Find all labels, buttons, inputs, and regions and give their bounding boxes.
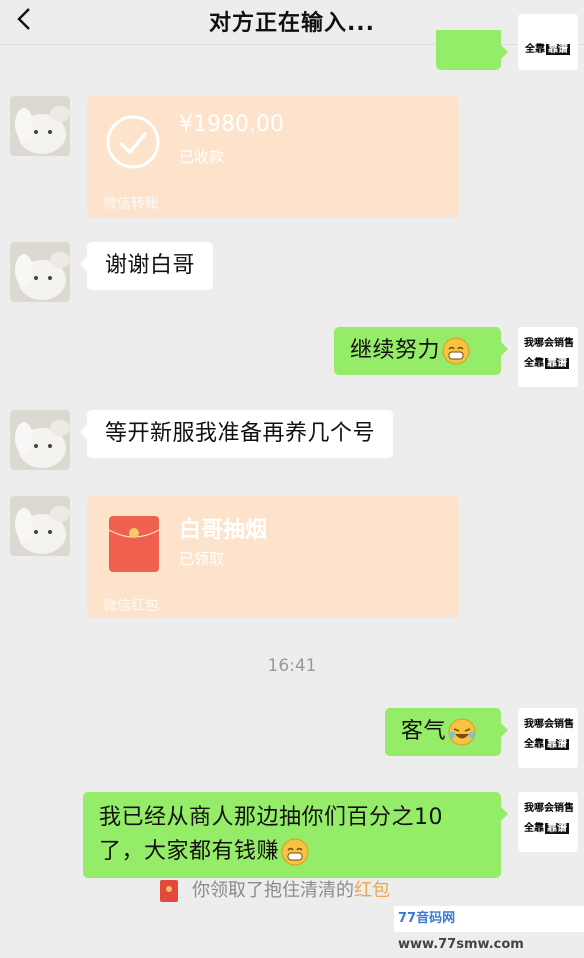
red-packet-status: 已领取 <box>179 550 225 568</box>
bunny-avatar-image <box>10 96 70 156</box>
red-packet-title: 白哥抽烟 <box>179 518 268 543</box>
system-message-text: 你领取了抱住清清的 <box>192 880 354 901</box>
message-bubble-incoming[interactable]: 等开新服我准备再养几个号 <box>79 410 394 458</box>
avatar-line1: 我哪会销售 <box>524 338 574 349</box>
bunny-avatar-image <box>10 410 70 470</box>
avatar[interactable] <box>10 496 70 556</box>
red-packet-card[interactable]: 白哥抽烟 已领取 微信红包 <box>87 496 459 618</box>
bunny-avatar-image <box>10 242 70 302</box>
avatar[interactable]: 我哪会销售 全靠 靠谱 <box>518 327 578 387</box>
message-text: 等开新服我准备再养几个号 <box>105 421 376 446</box>
avatar-prefix: 全靠 <box>524 739 544 750</box>
watermark-site-url: www.77smw.com <box>398 937 524 952</box>
system-message-link[interactable]: 红包 <box>354 880 390 901</box>
avatar-line1: 我哪会销售 <box>524 803 574 814</box>
message-bubble-incoming[interactable]: 谢谢白哥 <box>79 242 214 290</box>
message-text: 客气 <box>401 719 447 744</box>
transfer-status: 已收款 <box>179 148 225 166</box>
message-bubble-partial[interactable] <box>436 30 508 70</box>
transfer-footer: 微信转账 <box>103 196 159 212</box>
message-text: 继续努力 <box>350 338 441 363</box>
transfer-amount: ¥1980.00 <box>179 112 284 137</box>
grin-emoji-icon <box>442 337 470 365</box>
message-text-line2: 了，大家都有钱赚 <box>99 839 280 864</box>
avatar[interactable]: 我哪会销售 全靠 靠谱 <box>518 792 578 852</box>
red-packet-icon <box>160 880 178 902</box>
grin-emoji-icon <box>281 838 309 866</box>
transfer-card[interactable]: ¥1980.00 已收款 微信转账 <box>87 96 459 218</box>
avatar[interactable] <box>10 96 70 156</box>
avatar[interactable] <box>10 410 70 470</box>
avatar[interactable] <box>10 242 70 302</box>
check-circle-icon <box>106 115 160 169</box>
avatar-line1: 我哪会销售 <box>524 719 574 730</box>
avatar[interactable]: 全靠 靠谱 <box>518 14 578 70</box>
red-envelope-icon <box>109 516 159 572</box>
avatar-badge: 靠谱 <box>546 44 570 55</box>
avatar-badge: 靠谱 <box>545 358 569 369</box>
message-bubble-outgoing[interactable]: 客气 <box>385 708 508 756</box>
avatar-prefix: 全靠 <box>525 44 545 55</box>
laugh-cry-emoji-icon <box>448 718 476 746</box>
watermark: 77音码网 www.77smw.com <box>394 906 584 952</box>
message-bubble-outgoing[interactable]: 继续努力 <box>334 327 508 375</box>
message-text-line1: 我已经从商人那边抽你们百分之10 <box>99 805 443 830</box>
avatar-badge: 靠谱 <box>545 739 569 750</box>
watermark-site-name: 77音码网 <box>398 911 456 926</box>
red-packet-footer: 微信红包 <box>103 598 159 614</box>
avatar-badge: 靠谱 <box>545 823 569 834</box>
bunny-avatar-image <box>10 496 70 556</box>
message-text: 谢谢白哥 <box>105 253 196 278</box>
message-bubble-outgoing[interactable]: 我已经从商人那边抽你们百分之10 了，大家都有钱赚 <box>83 792 508 878</box>
avatar-prefix: 全靠 <box>524 358 544 369</box>
timestamp: 16:41 <box>267 656 317 676</box>
avatar-prefix: 全靠 <box>524 823 544 834</box>
system-message: 你领取了抱住清清的红包 <box>160 876 390 902</box>
avatar[interactable]: 我哪会销售 全靠 靠谱 <box>518 708 578 768</box>
